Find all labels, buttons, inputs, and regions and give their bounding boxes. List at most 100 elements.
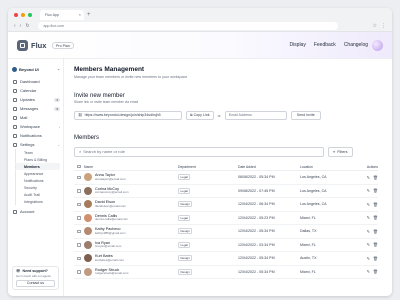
location: Dallas, TX: [300, 229, 317, 234]
row-checkbox[interactable]: [77, 270, 81, 274]
edit-icon[interactable]: ✎: [367, 215, 370, 220]
col-department[interactable]: Department: [178, 165, 238, 169]
workspace-icon: [12, 66, 17, 72]
browser-menu-icon[interactable]: ⋮: [381, 23, 386, 29]
sidebar-item-dashboard[interactable]: Dashboard: [12, 77, 60, 86]
minimize-window-button[interactable]: [21, 13, 25, 17]
settings-sub-notifications[interactable]: Notifications: [15, 177, 60, 184]
edit-icon[interactable]: ✎: [367, 175, 370, 180]
email-field[interactable]: Email Address: [224, 111, 287, 120]
sidebar-item-settings[interactable]: Settings ⌄: [12, 140, 60, 149]
select-all-checkbox[interactable]: [77, 164, 81, 169]
delete-icon[interactable]: 🗑: [373, 229, 378, 234]
settings-sub-team[interactable]: Team: [15, 149, 60, 156]
avatar: [84, 254, 92, 263]
search-input[interactable]: ⌕ Search by name or role: [74, 147, 324, 157]
delete-icon[interactable]: 🗑: [373, 242, 378, 247]
browser-window: Flux App × + ‹ › ↻ app.flux.com ☆ ⋮ Flux…: [8, 8, 392, 296]
edit-icon[interactable]: ✎: [367, 269, 370, 274]
maximize-window-button[interactable]: [28, 13, 32, 17]
table-row[interactable]: Iva Ryan ivaryan@email.com Legal 12/04/2…: [74, 239, 378, 252]
settings-sub-billing[interactable]: Plans & Billing: [15, 156, 60, 163]
table-row[interactable]: Corina McCoy corinamccoy@email.com Legal…: [74, 185, 378, 198]
sidebar-item-label: Notifications: [20, 133, 42, 138]
table-row[interactable]: Dennis Callis dennis.callis@email.com Le…: [74, 212, 378, 225]
invite-link-field[interactable]: ⛓ https://www.beyondui.design/join/ship3…: [74, 111, 182, 120]
reload-icon[interactable]: ↻: [25, 23, 29, 29]
col-location[interactable]: Location: [300, 165, 358, 169]
close-window-button[interactable]: [14, 13, 18, 17]
copy-link-button[interactable]: ⧉ Copy Link: [186, 111, 214, 120]
sidebar-item-notifications[interactable]: Notifications: [12, 131, 60, 140]
settings-sub-security[interactable]: Security: [15, 184, 60, 191]
close-tab-icon[interactable]: ×: [79, 10, 81, 20]
avatar: [84, 240, 92, 249]
sidebar-item-label: Mail: [20, 115, 28, 120]
row-checkbox[interactable]: [77, 243, 81, 247]
calendar-icon: [13, 88, 17, 93]
row-checkbox[interactable]: [77, 202, 81, 206]
edit-icon[interactable]: ✎: [367, 202, 370, 207]
back-icon[interactable]: ‹: [14, 23, 16, 29]
user-avatar[interactable]: [372, 40, 383, 51]
send-invite-button[interactable]: Send Invite: [290, 111, 321, 120]
location: Austin, TX: [300, 256, 317, 261]
gear-icon: [13, 142, 17, 147]
sidebar-item-account[interactable]: Account: [12, 207, 60, 216]
sidebar-item-label: Updates: [20, 97, 35, 102]
sidebar-item-updates[interactable]: Updates 3: [12, 95, 60, 104]
row-checkbox[interactable]: [77, 229, 81, 233]
col-date-added[interactable]: Date Added: [238, 165, 300, 169]
table-row[interactable]: Kurt Bates kurtbates@email.com Design 12…: [74, 252, 378, 266]
workspace-switcher[interactable]: Beyond UI ⌄: [12, 65, 60, 73]
chevron-down-icon: ⌄: [57, 142, 60, 147]
filters-button[interactable]: ≡ Filters: [328, 147, 353, 157]
header-link-display[interactable]: Display: [289, 42, 305, 48]
delete-icon[interactable]: 🗑: [373, 188, 378, 193]
row-checkbox[interactable]: [77, 216, 81, 220]
delete-icon[interactable]: 🗑: [373, 269, 378, 274]
sidebar-item-messages[interactable]: Messages 9: [12, 104, 60, 113]
bell-icon: [13, 133, 17, 138]
address-bar[interactable]: app.flux.com: [37, 22, 338, 30]
row-checkbox[interactable]: [77, 189, 81, 193]
sidebar-item-label: Messages: [20, 106, 39, 111]
delete-icon[interactable]: 🗑: [373, 215, 378, 220]
table-row[interactable]: Rodger Struck rodgerstruck@email.com Des…: [74, 266, 378, 279]
settings-sub-audit-trail[interactable]: Audit Trail: [15, 191, 60, 198]
settings-sub-integrations[interactable]: Integrations: [15, 198, 60, 205]
table-row[interactable]: Anna Taylor annataylor@email.com Legal 0…: [74, 171, 378, 185]
extensions-icon[interactable]: ☆: [373, 23, 377, 29]
support-text: Get in touch with our agents: [16, 274, 51, 278]
chat-icon: [13, 106, 17, 111]
search-icon: ⌕: [79, 149, 82, 154]
settings-sub-members[interactable]: Members: [15, 163, 60, 170]
sidebar-item-label: Calendar: [20, 88, 37, 93]
row-checkbox[interactable]: [77, 175, 81, 179]
edit-icon[interactable]: ✎: [367, 188, 370, 193]
edit-icon[interactable]: ✎: [367, 242, 370, 247]
sidebar-item-label: Workspace: [20, 124, 40, 129]
location: Miami, FL: [300, 242, 316, 247]
sidebar-item-workspace[interactable]: Workspace ›: [12, 122, 60, 131]
header-link-feedback[interactable]: Feedback: [314, 42, 336, 48]
new-tab-icon[interactable]: +: [87, 10, 91, 20]
contact-us-button[interactable]: Contact us: [16, 280, 55, 287]
table-row[interactable]: Kathy Pacheco kathy1985@gmail.com Design…: [74, 225, 378, 239]
header-link-changelog[interactable]: Changelog: [344, 42, 368, 48]
edit-icon[interactable]: ✎: [367, 256, 370, 261]
sidebar-item-mail[interactable]: Mail: [12, 113, 60, 122]
table-row[interactable]: David Elson davidelson@email.com Design …: [74, 198, 378, 212]
row-checkbox[interactable]: [77, 256, 81, 260]
sidebar-item-calendar[interactable]: Calendar: [12, 86, 60, 95]
forward-icon[interactable]: ›: [20, 23, 22, 29]
delete-icon[interactable]: 🗑: [373, 256, 378, 261]
browser-tab[interactable]: Flux App ×: [40, 10, 84, 20]
delete-icon[interactable]: 🗑: [373, 175, 378, 180]
col-name[interactable]: Name: [84, 165, 178, 169]
settings-sub-appearance[interactable]: Appearance: [15, 170, 60, 177]
edit-icon[interactable]: ✎: [367, 229, 370, 234]
filters-label: Filters: [337, 150, 348, 154]
department-badge: Design: [178, 255, 193, 262]
delete-icon[interactable]: 🗑: [373, 202, 378, 207]
